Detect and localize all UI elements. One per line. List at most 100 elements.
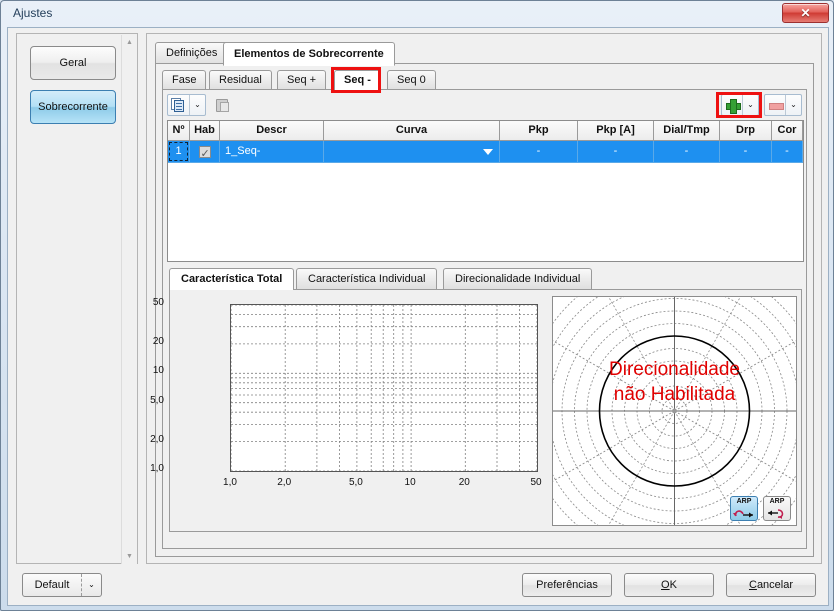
paste-button[interactable] bbox=[211, 94, 235, 116]
y-axis-tick-label: 50 bbox=[152, 297, 164, 308]
sidebar-item-sobrecorrente[interactable]: Sobrecorrente bbox=[30, 90, 116, 124]
add-row-button[interactable] bbox=[722, 95, 744, 115]
column-header-dial-tmp[interactable]: Dial/Tmp bbox=[654, 121, 720, 141]
column-header-hab[interactable]: Hab bbox=[190, 121, 220, 141]
cell-descr[interactable]: 1_Seq- bbox=[220, 141, 324, 163]
chart-tab-strip: Característica Total Característica Indi… bbox=[169, 268, 802, 290]
remove-split-button[interactable]: ⌄ bbox=[764, 94, 802, 116]
tab-caracteristica-individual[interactable]: Característica Individual bbox=[296, 268, 438, 290]
arp-backward-icon bbox=[768, 509, 784, 519]
cell-pkp-a[interactable]: - bbox=[578, 141, 654, 163]
arp-forward-icon bbox=[733, 510, 753, 518]
ok-label-rest: K bbox=[669, 579, 677, 591]
dialog-button-bar: Default ⌄ Preferências OK Cancelar bbox=[8, 565, 828, 605]
x-axis-tick-label: 50 bbox=[530, 477, 542, 488]
tab-caracteristica-total[interactable]: Característica Total bbox=[169, 268, 295, 290]
copy-button[interactable] bbox=[168, 95, 190, 115]
paste-icon bbox=[215, 98, 230, 113]
y-axis-tick-label: 20 bbox=[152, 335, 164, 347]
remove-row-button[interactable] bbox=[765, 95, 787, 115]
client-area: Geral Sobrecorrente ▲ ▼ Definições Eleme… bbox=[7, 27, 829, 606]
x-axis-tick-label: 2,0 bbox=[277, 477, 292, 488]
sidebar-item-label: Geral bbox=[59, 57, 87, 69]
settings-window: Ajustes ✕ Geral Sobrecorrente ▲ ▼ Defini… bbox=[0, 0, 834, 611]
copy-dropdown-icon[interactable]: ⌄ bbox=[189, 95, 205, 115]
window-title: Ajustes bbox=[13, 6, 53, 20]
x-axis-tick-label: 10 bbox=[404, 477, 416, 488]
content-panel: Definições Elementos de Sobrecorrente Fa… bbox=[146, 33, 822, 564]
column-header-descr[interactable]: Descr bbox=[220, 121, 324, 141]
sidebar-item-geral[interactable]: Geral bbox=[30, 46, 116, 80]
tab-direcionalidade-individual[interactable]: Direcionalidade Individual bbox=[443, 268, 593, 290]
add-split-button[interactable]: ⌄ bbox=[721, 94, 759, 116]
add-dropdown-icon[interactable]: ⌄ bbox=[742, 95, 758, 115]
title-bar: Ajustes ✕ bbox=[1, 1, 833, 27]
directionality-polar-chart[interactable]: Direcionalidade não Habilitada ARP ARP bbox=[552, 296, 797, 526]
cell-hab[interactable] bbox=[190, 141, 220, 163]
y-axis-tick-label: 5,0 bbox=[150, 394, 164, 406]
column-header-numero[interactable]: Nº bbox=[168, 121, 190, 141]
cell-numero[interactable]: 1 bbox=[168, 141, 190, 163]
cell-curva[interactable] bbox=[324, 141, 500, 163]
tab-label: Seq + bbox=[287, 74, 317, 86]
chevron-down-icon[interactable] bbox=[483, 148, 493, 155]
cell-drp[interactable]: - bbox=[720, 141, 772, 163]
tab-fase[interactable]: Fase bbox=[162, 70, 207, 90]
arp-forward-label: ARP bbox=[736, 498, 752, 505]
enable-checkbox[interactable] bbox=[198, 144, 211, 162]
tab-label: Seq 0 bbox=[397, 74, 426, 86]
y-axis-tick-label: 2,0 bbox=[150, 433, 164, 445]
tab-seq-positiva[interactable]: Seq + bbox=[277, 70, 327, 90]
default-split-button[interactable]: Default ⌄ bbox=[22, 573, 102, 597]
grid-toolbar: ⌄ ⌄ ⌄ bbox=[167, 92, 804, 118]
cell-cor[interactable]: - bbox=[772, 141, 803, 163]
chart-tab-page: 1,0 2,0 5,0 10 20 50 1,0 2,0 5,0 10 20 50 Direcion… bbox=[150, 289, 802, 532]
scroll-down-icon[interactable]: ▼ bbox=[122, 549, 137, 564]
arp-backward-label: ARP bbox=[769, 498, 785, 505]
polar-gridlines bbox=[553, 297, 796, 525]
close-icon[interactable]: ✕ bbox=[782, 3, 829, 23]
tab-seq-negativa[interactable]: Seq - bbox=[334, 70, 381, 90]
focus-indicator bbox=[169, 142, 188, 161]
cancel-label-rest: ancelar bbox=[756, 579, 794, 591]
column-header-pkp[interactable]: Pkp bbox=[500, 121, 578, 141]
preferences-button[interactable]: Preferências bbox=[522, 573, 612, 597]
column-header-curva[interactable]: Curva bbox=[324, 121, 500, 141]
copy-split-button[interactable]: ⌄ bbox=[167, 94, 206, 116]
column-header-cor[interactable]: Cor bbox=[772, 121, 803, 141]
cancel-button[interactable]: Cancelar bbox=[726, 573, 816, 597]
tab-label: Direcionalidade Individual bbox=[455, 273, 581, 285]
tab-label: Característica Individual bbox=[308, 273, 426, 285]
overcurrent-elements-grid[interactable]: Nº Hab Descr Curva Pkp Pkp [A] Dial/Tmp … bbox=[167, 120, 804, 262]
tab-label: Fase bbox=[172, 74, 197, 86]
cell-dial-tmp[interactable]: - bbox=[654, 141, 720, 163]
scroll-up-icon[interactable]: ▲ bbox=[122, 35, 137, 50]
cancel-mnemonic: C bbox=[748, 579, 757, 591]
outer-tab-page: Fase Residual Seq + Seq - Seq 0 ⌄ ⌄ ⌄ Nº… bbox=[150, 63, 814, 557]
column-header-drp[interactable]: Drp bbox=[720, 121, 772, 141]
arp-backward-button[interactable]: ARP bbox=[763, 496, 791, 521]
chart-plot-area bbox=[230, 304, 538, 472]
chevron-down-icon[interactable]: ⌄ bbox=[81, 574, 101, 596]
minus-icon bbox=[769, 99, 784, 112]
x-axis-tick-label: 1,0 bbox=[223, 477, 237, 488]
ok-button[interactable]: OK bbox=[624, 573, 714, 597]
tab-definicoes[interactable]: Definições bbox=[155, 42, 229, 64]
x-axis-tick-label: 5,0 bbox=[348, 477, 363, 488]
time-current-chart[interactable]: 1,0 2,0 5,0 10 20 50 1,0 2,0 5,0 10 20 50 bbox=[150, 296, 546, 526]
tab-seq-zero[interactable]: Seq 0 bbox=[387, 70, 436, 90]
tab-elementos-de-sobrecorrente[interactable]: Elementos de Sobrecorrente bbox=[223, 42, 395, 66]
tab-residual[interactable]: Residual bbox=[209, 70, 272, 90]
copy-icon bbox=[171, 98, 186, 113]
column-header-pkp-a[interactable]: Pkp [A] bbox=[578, 121, 654, 141]
tab-label: Residual bbox=[219, 74, 262, 86]
sidebar: Geral Sobrecorrente ▲ ▼ bbox=[16, 33, 138, 564]
cell-pkp[interactable]: - bbox=[500, 141, 578, 163]
table-row[interactable]: 1 1_Seq- - - bbox=[168, 141, 803, 163]
tab-label: Elementos de Sobrecorrente bbox=[234, 48, 384, 60]
ok-mnemonic: O bbox=[661, 579, 670, 591]
arp-forward-button[interactable]: ARP bbox=[730, 496, 758, 521]
remove-dropdown-icon[interactable]: ⌄ bbox=[785, 95, 801, 115]
grid-header-row: Nº Hab Descr Curva Pkp Pkp [A] Dial/Tmp … bbox=[168, 121, 803, 141]
chart-gridlines bbox=[230, 304, 538, 472]
